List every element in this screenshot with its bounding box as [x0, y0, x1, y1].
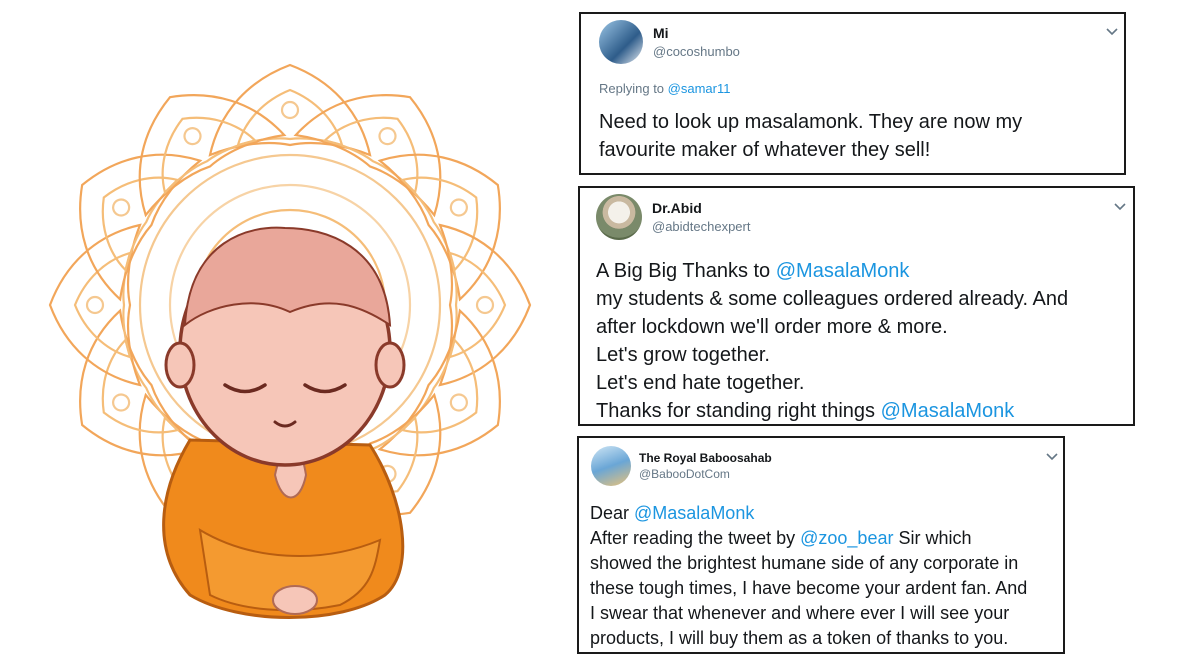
tweet-text: Need to look up masalamonk. They are now… — [599, 108, 1022, 164]
monk-head — [164, 226, 406, 467]
tweet-line-text: Sir which — [893, 528, 972, 548]
replying-to-label: Replying to — [599, 81, 665, 96]
mention-link[interactable]: @zoo_bear — [800, 528, 893, 548]
tweet-line: favourite maker of whatever they sell! — [599, 139, 931, 161]
author-handle[interactable]: @abidtechexpert — [652, 219, 750, 234]
mention-link[interactable]: @MasalaMonk — [881, 400, 1015, 422]
tweet-line: A Big Big Thanks to @MasalaMonk — [596, 257, 1068, 285]
tweet-line: Let's grow together. — [596, 344, 770, 366]
tweet-line: Dear @MasalaMonk — [590, 501, 1027, 526]
chevron-down-icon[interactable] — [1045, 452, 1059, 462]
mention-link[interactable]: @MasalaMonk — [776, 260, 910, 282]
tweet-card-1[interactable]: Mi @cocoshumbo Replying to @samar11 Need… — [579, 12, 1126, 175]
tweet-line: Thanks for standing right things @Masala… — [596, 397, 1068, 425]
tweet-text: A Big Big Thanks to @MasalaMonk my stude… — [596, 257, 1068, 425]
tweet-line: products, I will buy them as a token of … — [590, 628, 1009, 648]
tweet-card-3[interactable]: The Royal Baboosahab @BabooDotCom Dear @… — [577, 436, 1065, 654]
monk-illustration — [41, 56, 539, 619]
author-handle[interactable]: @BabooDotCom — [639, 467, 730, 481]
tweet-line: Need to look up masalamonk. They are now… — [599, 111, 1023, 133]
tweet-line-text: After reading the tweet by — [590, 528, 801, 548]
tweet-text: Dear @MasalaMonk After reading the tweet… — [590, 501, 1027, 651]
tweet-line: these tough times, I have become your ar… — [590, 578, 1028, 598]
reply-mention-link[interactable]: @samar11 — [668, 81, 731, 96]
tweet-line: after lockdown we'll order more & more. — [596, 316, 948, 338]
mention-link[interactable]: @MasalaMonk — [634, 503, 754, 523]
avatar[interactable] — [596, 194, 642, 240]
replying-to: Replying to @samar11 — [599, 81, 730, 96]
tweet-line-text: Dear — [590, 503, 635, 523]
avatar[interactable] — [599, 20, 643, 64]
author-handle[interactable]: @cocoshumbo — [653, 44, 740, 59]
avatar[interactable] — [591, 446, 631, 486]
tweet-line: Let's end hate together. — [596, 372, 805, 394]
tweet-line: I swear that whenever and where ever I w… — [590, 603, 1010, 623]
chevron-down-icon[interactable] — [1105, 27, 1119, 37]
chevron-down-icon[interactable] — [1113, 202, 1127, 212]
tweet-card-2[interactable]: Dr.Abid @abidtechexpert A Big Big Thanks… — [578, 186, 1135, 426]
tweet-line: After reading the tweet by @zoo_bear Sir… — [590, 526, 1027, 551]
author-name[interactable]: Mi — [653, 25, 669, 41]
tweet-line: showed the brightest humane side of any … — [590, 553, 1019, 573]
tweet-line-text: A Big Big Thanks to — [596, 260, 776, 282]
tweet-line-text: Thanks for standing right things — [596, 400, 881, 422]
author-name[interactable]: Dr.Abid — [652, 200, 702, 216]
author-name[interactable]: The Royal Baboosahab — [639, 451, 772, 465]
tweet-line: my students & some colleagues ordered al… — [596, 288, 1069, 310]
